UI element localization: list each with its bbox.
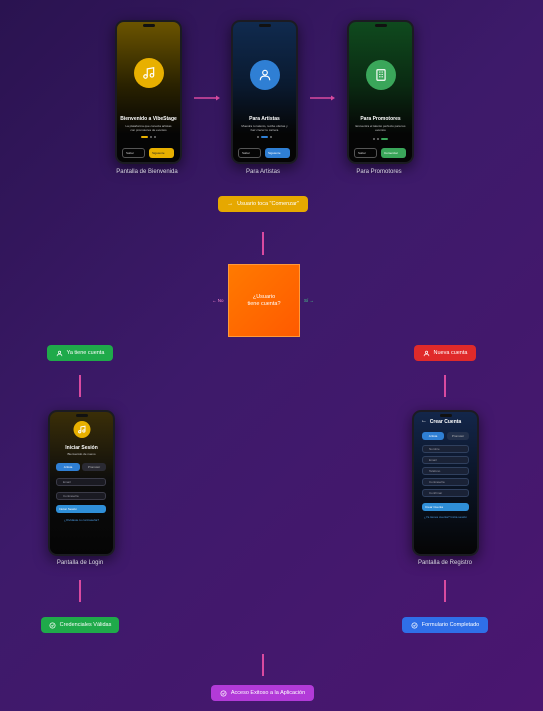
has-account-label: Ya tiene cuenta [66, 350, 105, 356]
register-password-field[interactable]: Contraseña [422, 478, 469, 486]
register-phone: ← Crear Cuenta Artista Promotor Nombre E… [412, 410, 479, 556]
user-taps-label: Usuario toca "Comenzar" [237, 201, 299, 207]
decision-label: ¿Usuario tiene cuenta? [247, 293, 281, 307]
building-icon [375, 69, 386, 81]
valid-credentials-node: Credenciales Válidas [41, 617, 119, 633]
artists-next-button[interactable]: Siguiente [265, 148, 290, 158]
register-phone-field[interactable]: Teléfono [422, 467, 469, 475]
connector-line [79, 580, 81, 602]
user-icon [259, 69, 270, 81]
login-caption: Pantalla de Login [56, 560, 104, 566]
promoters-icon-circle [365, 60, 396, 90]
artists-subtitle: Muestra tu talento, recibe ofertas y haz… [241, 124, 288, 132]
register-tab-promoter[interactable]: Promotor [447, 432, 469, 440]
yes-text: Sí [304, 298, 309, 303]
arrow-right-icon: → [227, 201, 234, 207]
promoters-skip-button[interactable]: Saltar [354, 148, 377, 158]
has-account-node: Ya tiene cuenta [47, 345, 113, 361]
promoters-page-dots [349, 138, 412, 140]
welcome-title: Bienvenido a VibeStage [120, 116, 177, 122]
welcome-phone: Bienvenido a VibeStage La plataforma que… [115, 20, 182, 164]
welcome-skip-button[interactable]: Saltar [122, 148, 145, 158]
decision-yes-label: Sí → [304, 298, 315, 303]
login-subtitle: Bienvenido de nuevo [67, 452, 96, 456]
check-circle-icon [220, 690, 227, 696]
register-submit-button[interactable]: Crear Cuenta [422, 503, 469, 511]
artists-caption: Para Artistas [245, 169, 280, 175]
new-account-node: Nueva cuenta [414, 345, 476, 361]
promoters-start-button[interactable]: Comenzar [381, 148, 406, 158]
login-email-field[interactable]: Email [56, 478, 106, 486]
user-icon [423, 350, 429, 356]
register-email-field[interactable]: Email [422, 456, 469, 464]
valid-credentials-label: Credenciales Válidas [59, 622, 112, 628]
login-icon-circle [73, 421, 90, 438]
register-tab-artist[interactable]: Artista [422, 432, 444, 440]
phone-notch [374, 24, 387, 27]
welcome-caption: Pantalla de Bienvenida [116, 169, 178, 175]
connector-line [262, 654, 264, 676]
welcome-page-dots [117, 136, 180, 138]
success-label: Acceso Exitoso a la Aplicación [230, 690, 306, 696]
promoters-title: Para Promotores [360, 116, 401, 122]
welcome-next-button[interactable]: Siguiente [149, 148, 174, 158]
no-text: No [217, 298, 224, 303]
promoters-phone: Para Promotores Encuentra el talento per… [347, 20, 414, 164]
login-tab-artist[interactable]: Artista [56, 463, 80, 471]
form-completed-label: Formulario Completado [421, 622, 480, 628]
login-tab-promoter[interactable]: Promotor [82, 463, 106, 471]
phone-notch [258, 24, 271, 27]
login-submit-button[interactable]: Iniciar Sesión [56, 505, 106, 513]
artists-icon-circle [249, 60, 280, 90]
phone-notch [439, 414, 452, 417]
connector-line [444, 375, 446, 397]
register-name-field[interactable]: Nombre [422, 445, 469, 453]
check-circle-icon [411, 622, 418, 628]
phone-notch [142, 24, 155, 27]
welcome-icon-circle [133, 58, 164, 88]
login-password-field[interactable]: Contraseña [56, 492, 106, 500]
login-phone: Iniciar Sesión Bienvenido de nuevo Artis… [48, 410, 115, 556]
promoters-caption: Para Promotores [356, 169, 402, 175]
promoters-subtitle: Encuentra el talento perfecto para tus e… [355, 124, 406, 132]
connector-line [444, 580, 446, 602]
register-confirm-field[interactable]: Confirmar [422, 489, 469, 497]
login-title: Iniciar Sesión [65, 445, 98, 451]
connector-line [79, 375, 81, 397]
music-note-icon [142, 67, 154, 79]
form-completed-node: Formulario Completado [402, 617, 488, 633]
user-icon [56, 350, 62, 356]
login-forgot-link[interactable]: ¿Olvidaste tu contraseña? [56, 518, 107, 522]
user-taps-start-node: → Usuario toca "Comenzar" [218, 196, 308, 212]
artists-skip-button[interactable]: Saltar [238, 148, 261, 158]
decision-node: ¿Usuario tiene cuenta? [228, 264, 300, 337]
check-circle-icon [49, 622, 56, 628]
artists-title: Para Artistas [249, 116, 280, 122]
new-account-label: Nueva cuenta [433, 350, 468, 356]
register-title: Crear Cuenta [429, 419, 462, 425]
success-node: Acceso Exitoso a la Aplicación [211, 685, 314, 701]
phone-notch [75, 414, 88, 417]
register-login-link[interactable]: ¿Ya tienes cuenta? Inicia sesión [420, 515, 471, 519]
register-caption: Pantalla de Registro [417, 560, 473, 566]
connector-line [262, 232, 264, 255]
welcome-subtitle: La plataforma que conecta artistas con p… [125, 124, 172, 132]
artists-phone: Para Artistas Muestra tu talento, recibe… [231, 20, 298, 164]
artists-page-dots [233, 136, 296, 138]
music-note-icon [77, 425, 85, 434]
decision-no-label: ← No [212, 298, 224, 303]
